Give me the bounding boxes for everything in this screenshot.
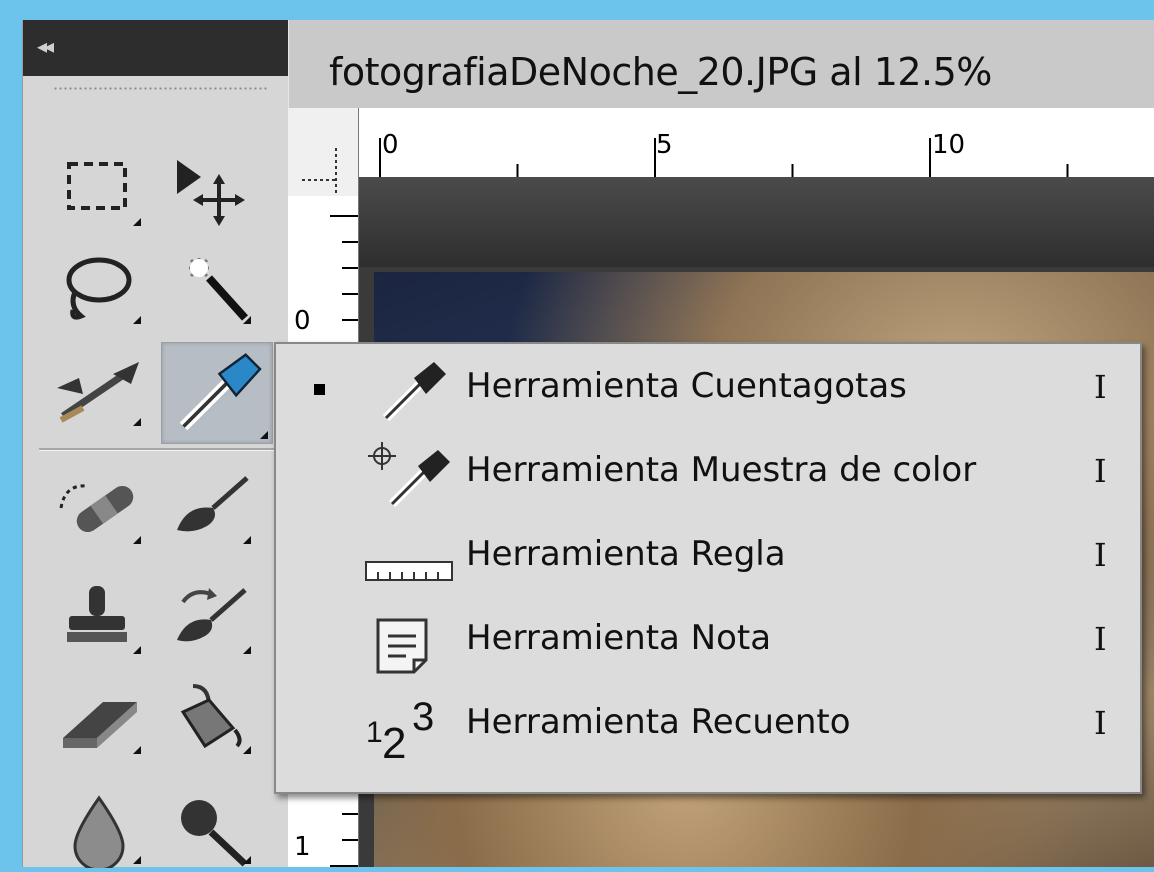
panel-grip[interactable]	[53, 86, 269, 92]
note-icon	[376, 618, 428, 674]
history-brush-tool-button[interactable]	[163, 578, 255, 658]
menu-item-label: Herramienta Muestra de color	[466, 450, 977, 490]
magic-wand-tool-button[interactable]	[163, 248, 255, 328]
menu-item-muestra-de-color[interactable]: Herramienta Muestra de color I	[276, 432, 1140, 516]
tools-panel: ◂◂	[22, 20, 289, 872]
magic-wand-icon	[189, 258, 248, 321]
lasso-icon	[66, 257, 132, 320]
ruler-label: 0	[382, 130, 399, 160]
ruler-label: 1	[294, 832, 311, 862]
eyedropper-icon	[179, 353, 262, 431]
menu-item-nota[interactable]: Herramienta Nota I	[276, 600, 1140, 684]
move-tool-button[interactable]	[163, 150, 255, 230]
count-icon: 1 2 3	[366, 695, 434, 762]
ruler-label: 0	[294, 306, 311, 336]
menu-item-label: Herramienta Nota	[466, 618, 772, 658]
move-icon	[177, 160, 245, 226]
menu-item-regla[interactable]: Herramienta Regla I	[276, 516, 1140, 600]
menu-item-label: Herramienta Regla	[466, 534, 786, 574]
ruler-icon	[365, 561, 453, 581]
document-tab[interactable]: fotografiaDeNoche_20.JPG al 12.5%	[288, 20, 1154, 108]
menu-item-label: Herramienta Recuento	[466, 702, 851, 742]
history-brush-icon	[177, 588, 247, 642]
marquee-tool-button[interactable]	[53, 150, 145, 230]
eyedropper-tool-button[interactable]	[161, 342, 273, 444]
ruler-origin[interactable]	[288, 108, 359, 197]
brush-icon	[177, 476, 249, 532]
document-title: fotografiaDeNoche_20.JPG al 12.5%	[329, 50, 992, 94]
active-tool-bullet	[314, 384, 325, 395]
crop-tool-button[interactable]	[53, 350, 145, 430]
menu-item-shortcut: I	[1094, 452, 1107, 490]
blur-tool-button[interactable]	[53, 788, 145, 872]
color-sampler-icon	[368, 442, 450, 508]
eyedropper-tools-flyout: Herramienta Cuentagotas I Herramienta Mu…	[274, 342, 1142, 794]
drop-icon	[73, 795, 125, 872]
dodge-icon	[181, 800, 248, 867]
menu-item-shortcut: I	[1094, 704, 1107, 742]
ruler-label: 10	[932, 130, 966, 160]
ruler-origin-icon	[302, 148, 337, 196]
count-icon-one: 1	[366, 716, 383, 749]
collapse-panel-icon[interactable]: ◂◂	[37, 34, 54, 58]
canvas-pasteboard	[359, 177, 1154, 267]
tool-separator	[39, 448, 289, 451]
menu-item-label: Herramienta Cuentagotas	[466, 366, 907, 406]
paint-bucket-tool-button[interactable]	[163, 678, 255, 758]
count-icon-three: 3	[412, 695, 434, 739]
count-icon-two: 2	[382, 719, 406, 762]
crop-icon	[57, 362, 139, 423]
menu-item-shortcut: I	[1094, 536, 1107, 574]
stamp-icon	[67, 586, 127, 642]
menu-item-shortcut: I	[1094, 368, 1107, 406]
menu-item-recuento[interactable]: 1 2 3 Herramienta Recuento I	[276, 684, 1140, 768]
marquee-icon	[67, 162, 127, 210]
brush-tool-button[interactable]	[163, 468, 255, 548]
bandage-icon	[59, 484, 134, 533]
eraser-tool-button[interactable]	[53, 678, 145, 758]
eyedropper-icon	[382, 362, 446, 422]
bucket-icon	[180, 684, 242, 749]
clone-stamp-tool-button[interactable]	[53, 578, 145, 658]
eraser-icon	[63, 702, 137, 748]
dodge-tool-button[interactable]	[163, 788, 255, 868]
ruler-label: 5	[656, 130, 673, 160]
menu-item-shortcut: I	[1094, 620, 1107, 658]
lasso-tool-button[interactable]	[53, 248, 145, 328]
spot-healing-tool-button[interactable]	[53, 468, 145, 548]
menu-item-cuentagotas[interactable]: Herramienta Cuentagotas I	[276, 348, 1140, 432]
tools-panel-header: ◂◂	[23, 20, 289, 76]
